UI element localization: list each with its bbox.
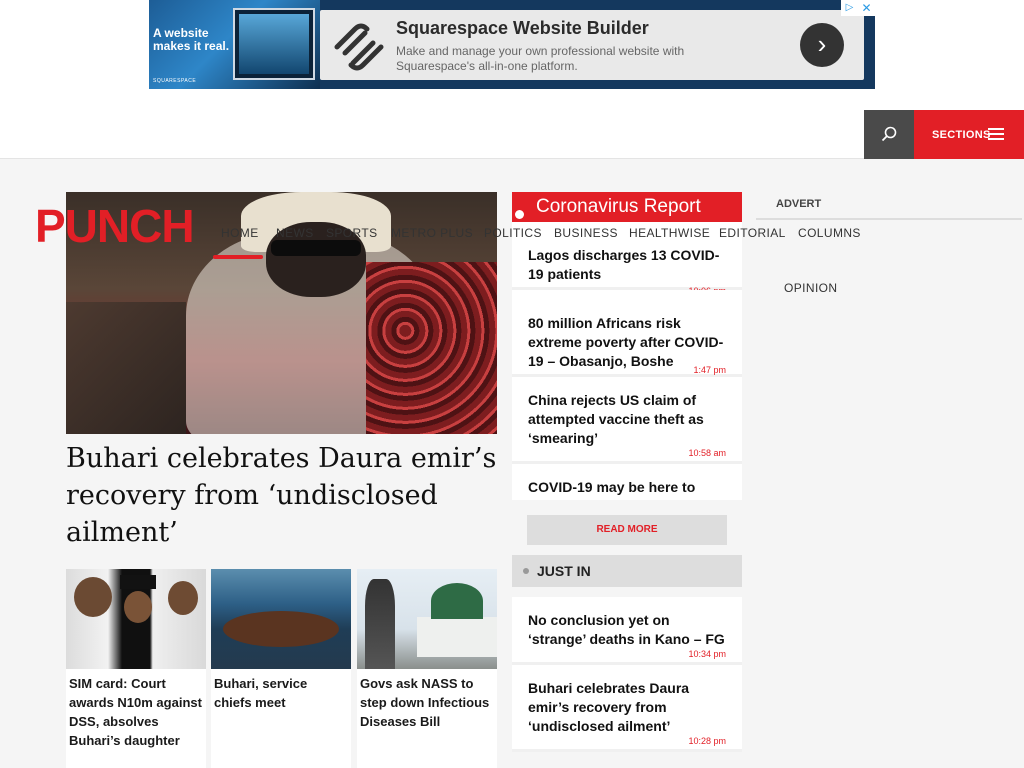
nav-item-politics[interactable]: POLITICS: [484, 226, 542, 240]
virus-icon: [515, 210, 524, 219]
bullet-icon: [523, 568, 529, 574]
list-item[interactable]: 80 million Africans risk extreme poverty…: [512, 290, 742, 377]
list-item[interactable]: Buhari celebrates Daura emir’s recovery …: [512, 665, 742, 752]
ad-image-line2: makes it real.: [153, 39, 230, 53]
list-item-headline[interactable]: 80 million Africans risk extreme poverty…: [528, 314, 726, 371]
ad-text: Make and manage your own professional we…: [396, 44, 685, 73]
story-card[interactable]: Buhari, service chiefs meet: [211, 569, 351, 768]
ad-image-line1: A website: [153, 26, 209, 40]
story-thumbnail[interactable]: [357, 569, 497, 669]
ad-info-icon[interactable]: ▷: [841, 0, 858, 16]
punch-logo[interactable]: PUNCH: [35, 201, 195, 257]
hero-headline[interactable]: Buhari celebrates Daura emir’s recovery …: [66, 440, 497, 551]
hamburger-icon: [988, 128, 1004, 141]
coronavirus-news-list[interactable]: Lagos discharges 13 COVID-19 patients 10…: [512, 222, 742, 500]
nav-item-editorial[interactable]: EDITORIAL: [719, 226, 786, 240]
list-item[interactable]: No conclusion yet on ‘strange’ deaths in…: [512, 597, 742, 665]
ad-title[interactable]: Squarespace Website Builder: [396, 18, 649, 39]
coronavirus-report-header[interactable]: Coronavirus Report: [512, 192, 742, 222]
advert-label: ADVERT: [776, 198, 822, 210]
nav-item-business[interactable]: BUSINESS: [554, 226, 618, 240]
list-item-headline[interactable]: COVID-19 may be here to: [528, 478, 726, 497]
nav-active-indicator: [213, 255, 263, 259]
sections-label: SECTIONS: [932, 129, 991, 141]
nav-item-columns[interactable]: COLUMNS: [798, 226, 861, 240]
ad-arrow-button[interactable]: ›: [800, 23, 844, 67]
sections-menu-button[interactable]: SECTIONS: [914, 110, 1024, 159]
nav-item-healthwise[interactable]: HEALTHWISE: [629, 226, 710, 240]
read-more-button[interactable]: READ MORE: [527, 515, 727, 545]
ad-card[interactable]: Squarespace Website Builder Make and man…: [320, 10, 864, 80]
site-header: A website makes it real. SQUARESPACE Squ…: [0, 0, 1024, 159]
just-in-list[interactable]: No conclusion yet on ‘strange’ deaths in…: [512, 597, 742, 768]
nav-item-sports[interactable]: SPORTS: [326, 226, 378, 240]
just-in-label: JUST IN: [537, 563, 591, 579]
logo-text: PUNCH: [35, 200, 195, 252]
nav-item-opinion[interactable]: OPINION: [784, 281, 837, 295]
list-item-headline[interactable]: China rejects US claim of attempted vacc…: [528, 391, 726, 448]
list-item-time: 10:58 am: [688, 448, 726, 458]
ad-close-icon[interactable]: ✕: [858, 0, 875, 16]
ad-banner[interactable]: A website makes it real. SQUARESPACE Squ…: [149, 0, 875, 89]
nav-item-home[interactable]: HOME: [221, 226, 259, 240]
list-item-headline[interactable]: Lagos discharges 13 COVID-19 patients: [528, 246, 726, 284]
list-item-headline[interactable]: No conclusion yet on ‘strange’ deaths in…: [528, 611, 726, 649]
advert-divider: [756, 218, 1022, 220]
story-caption[interactable]: Buhari, service chiefs meet: [211, 669, 351, 712]
story-caption[interactable]: Govs ask NASS to step down Infectious Di…: [357, 669, 497, 731]
search-icon: [881, 126, 897, 142]
ad-image-brand: SQUARESPACE: [153, 78, 197, 84]
list-item[interactable]: China rejects US claim of attempted vacc…: [512, 377, 742, 464]
nav-item-news[interactable]: NEWS: [276, 226, 314, 240]
ad-device-illustration: [233, 8, 315, 80]
nav-item-metro-plus[interactable]: METRO PLUS: [391, 226, 473, 240]
squarespace-logo-icon: [334, 23, 384, 71]
list-item[interactable]: COVID-19 may be here to: [512, 464, 742, 500]
story-card[interactable]: SIM card: Court awards N10m against DSS,…: [66, 569, 206, 768]
story-card[interactable]: Govs ask NASS to step down Infectious Di…: [357, 569, 497, 768]
list-item-time: 10:28 pm: [688, 736, 726, 746]
just-in-header: JUST IN: [512, 555, 742, 587]
list-item-headline[interactable]: Buhari celebrates Daura emir’s recovery …: [528, 679, 726, 736]
story-thumbnail[interactable]: [211, 569, 351, 669]
story-caption[interactable]: SIM card: Court awards N10m against DSS,…: [66, 669, 206, 750]
coronavirus-report-title: Coronavirus Report: [536, 196, 701, 217]
ad-image[interactable]: A website makes it real. SQUARESPACE: [149, 0, 320, 89]
search-button[interactable]: [864, 110, 914, 159]
list-item-time: 10:34 pm: [688, 649, 726, 659]
story-thumbnail[interactable]: [66, 569, 206, 669]
